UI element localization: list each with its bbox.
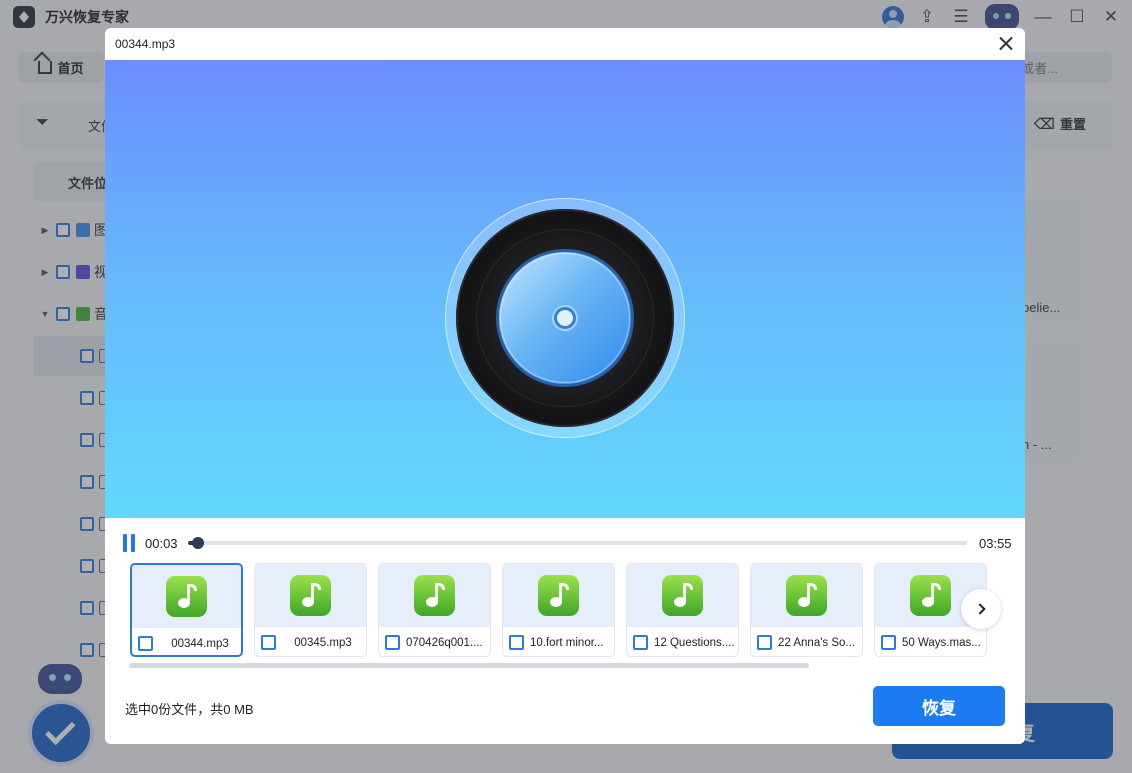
file-name: 00344.mp3: [171, 637, 229, 650]
music-file-icon: [166, 576, 207, 617]
file-checkbox[interactable]: [385, 635, 400, 650]
file-thumbnail[interactable]: 12 Questions....: [626, 563, 739, 657]
file-checkbox[interactable]: [509, 635, 524, 650]
audio-preview-area: [105, 60, 1025, 518]
current-time: 00:03: [145, 536, 178, 551]
file-checkbox[interactable]: [261, 635, 276, 650]
thumbnail-footer: 00344.mp3: [132, 628, 241, 655]
music-file-icon: [910, 575, 951, 616]
file-name: 10.fort minor...: [530, 636, 604, 649]
thumbnail-footer: 070426q001....: [379, 627, 490, 656]
thumbnail-footer: 22 Anna's So...: [751, 627, 862, 656]
thumbnail-footer: 10.fort minor...: [503, 627, 614, 656]
thumbnail-footer: 50 Ways.mas...: [875, 627, 986, 656]
file-name: 12 Questions....: [654, 636, 735, 649]
file-thumbnail-strip: 00344.mp3 00345.mp3 070426q001.... 10.fo…: [130, 563, 990, 657]
dialog-close-button[interactable]: [995, 33, 1017, 55]
progress-handle[interactable]: [192, 537, 205, 549]
music-file-icon: [290, 575, 331, 616]
file-thumbnail[interactable]: 00345.mp3: [254, 563, 367, 657]
thumbnail-preview: [751, 564, 862, 627]
recover-button[interactable]: 恢复: [873, 686, 1005, 726]
thumbnail-footer: 12 Questions....: [627, 627, 738, 656]
selection-status: 选中0份文件，共0 MB: [125, 702, 254, 717]
file-thumbnail[interactable]: 070426q001....: [378, 563, 491, 657]
progress-slider[interactable]: [188, 537, 967, 549]
vinyl-center-hole: [554, 307, 576, 329]
file-name: 00345.mp3: [294, 636, 352, 649]
file-checkbox[interactable]: [633, 635, 648, 650]
file-name: 22 Anna's So...: [778, 636, 856, 649]
music-file-icon: [538, 575, 579, 616]
chevron-right-icon: [973, 603, 986, 615]
total-time: 03:55: [979, 536, 1012, 551]
thumbnail-preview: [132, 565, 241, 628]
file-checkbox[interactable]: [757, 635, 772, 650]
file-checkbox[interactable]: [138, 636, 153, 651]
audio-player: 00:03 03:55: [105, 528, 1025, 558]
thumbnail-preview: [379, 564, 490, 627]
music-file-icon: [662, 575, 703, 616]
dialog-title: 00344.mp3: [115, 37, 176, 51]
thumbnail-preview: [627, 564, 738, 627]
preview-dialog: 00344.mp3 00:03 03:55 00344.mp3 00345.mp…: [105, 28, 1025, 744]
thumbnail-scrollbar[interactable]: [129, 663, 809, 668]
thumbnail-preview: [255, 564, 366, 627]
file-thumbnail[interactable]: 10.fort minor...: [502, 563, 615, 657]
thumbnail-preview: [503, 564, 614, 627]
file-checkbox[interactable]: [881, 635, 896, 650]
music-file-icon: [786, 575, 827, 616]
next-page-button[interactable]: [961, 589, 1001, 629]
pause-button[interactable]: [122, 534, 136, 552]
thumbnail-footer: 00345.mp3: [255, 627, 366, 656]
file-name: 070426q001....: [406, 636, 483, 649]
music-file-icon: [414, 575, 455, 616]
file-thumbnail[interactable]: 22 Anna's So...: [750, 563, 863, 657]
dialog-header: 00344.mp3: [105, 28, 1025, 60]
file-thumbnail[interactable]: 00344.mp3: [130, 563, 243, 657]
file-name: 50 Ways.mas...: [902, 636, 981, 649]
